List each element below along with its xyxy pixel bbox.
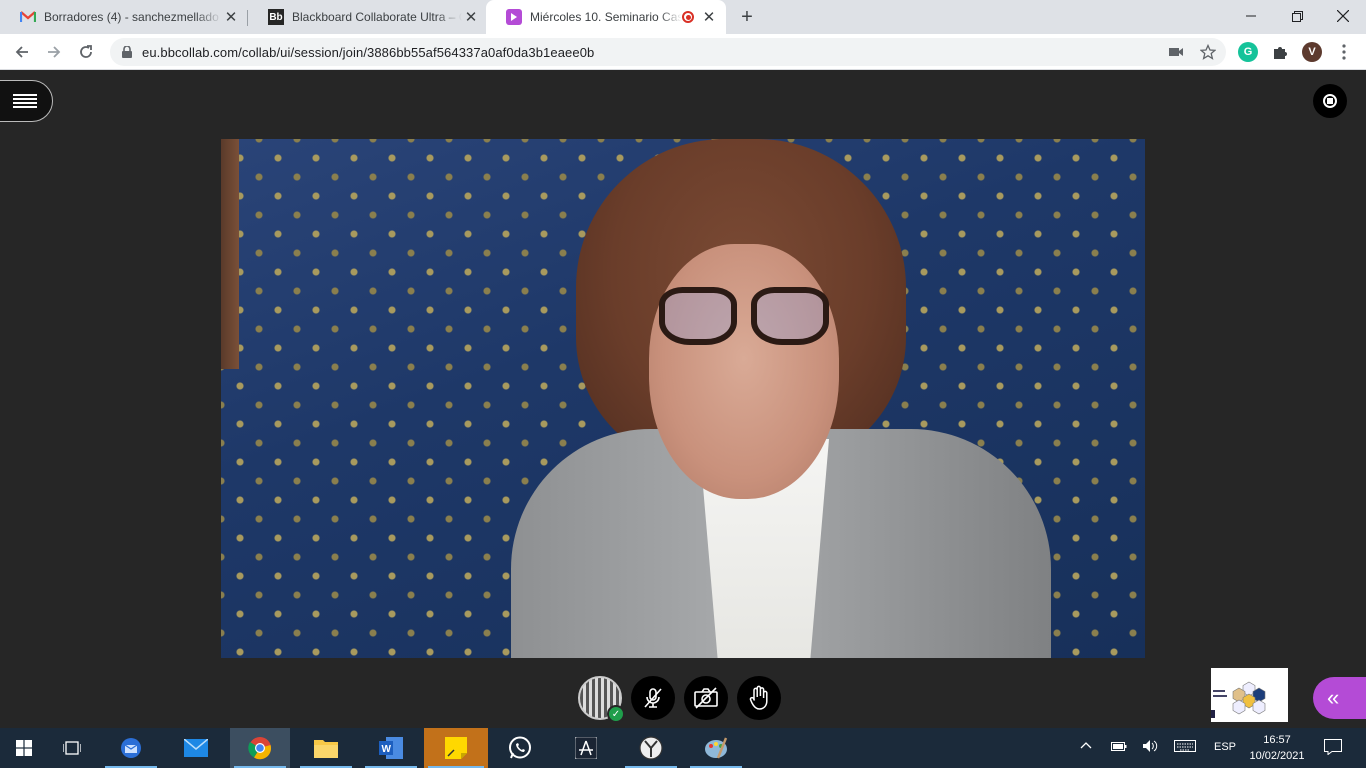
system-clock[interactable]: 16:57 10/02/2021 <box>1242 732 1312 764</box>
taskbar-mail[interactable] <box>166 728 226 768</box>
microphone-off-icon <box>644 688 662 708</box>
start-button[interactable] <box>0 728 48 768</box>
taskbar-outlook[interactable] <box>101 728 161 768</box>
stop-recording-icon <box>1323 94 1337 108</box>
my-status-avatar-button[interactable]: ✓ <box>578 676 625 723</box>
camera-in-use-icon[interactable] <box>1168 44 1184 60</box>
clock-time: 16:57 <box>1263 734 1291 746</box>
address-bar[interactable]: eu.bbcollab.com/collab/ui/session/join/3… <box>110 38 1226 66</box>
taskbar-paint[interactable] <box>686 728 746 768</box>
gmail-icon <box>20 9 36 25</box>
raise-hand-button[interactable] <box>737 676 781 720</box>
taskbar-whatsapp[interactable] <box>490 728 550 768</box>
paint-palette-icon <box>705 737 728 759</box>
session-controls: ✓ <box>578 676 781 723</box>
taskbar-app-yellow-circle[interactable] <box>621 728 681 768</box>
browser-toolbar: eu.bbcollab.com/collab/ui/session/join/3… <box>0 34 1366 70</box>
show-hidden-icons-chevron-icon[interactable] <box>1080 740 1092 752</box>
tab-gmail[interactable]: Borradores (4) - sanchezmellado ✕ <box>0 0 248 34</box>
url-text: eu.bbcollab.com/collab/ui/session/join/3… <box>142 45 595 60</box>
taskbar-file-explorer[interactable] <box>296 728 356 768</box>
outlook-icon <box>121 738 141 758</box>
close-tab-icon[interactable]: ✕ <box>700 8 718 26</box>
windows-taskbar: W ESP 16:57 10/02/2021 <box>0 728 1366 768</box>
recording-stop-button[interactable] <box>1313 84 1347 118</box>
reload-icon[interactable] <box>72 38 100 66</box>
word-icon: W <box>379 737 403 759</box>
shared-content-thumbnail[interactable] <box>1211 668 1288 722</box>
profile-avatar[interactable]: V <box>1302 42 1322 62</box>
whatsapp-icon <box>509 736 531 759</box>
touch-keyboard-icon[interactable] <box>1174 740 1196 755</box>
acrobat-icon <box>575 737 597 759</box>
recording-indicator-icon <box>682 11 694 23</box>
status-check-icon: ✓ <box>607 705 625 723</box>
new-tab-button[interactable]: + <box>736 6 758 28</box>
tab-blackboard[interactable]: Bb Blackboard Collaborate Ultra – Ce ✕ <box>248 0 488 34</box>
microphone-toggle-button[interactable] <box>631 676 675 720</box>
hamburger-icon <box>12 94 37 108</box>
app-yellow-circle-icon <box>639 736 663 760</box>
collaborate-icon <box>506 9 522 25</box>
taskbar-sticky-notes[interactable] <box>424 728 488 768</box>
sticky-notes-icon <box>445 737 467 759</box>
clock-date: 10/02/2021 <box>1249 750 1305 762</box>
taskbar-word[interactable]: W <box>361 728 421 768</box>
extensions-puzzle-icon[interactable] <box>1270 42 1290 62</box>
collaborate-session: ✓ « <box>0 71 1366 728</box>
chrome-icon <box>248 737 272 760</box>
close-tab-icon[interactable]: ✕ <box>462 8 480 26</box>
close-window-icon[interactable] <box>1320 0 1366 32</box>
restore-icon[interactable] <box>1274 0 1320 32</box>
blackboard-icon: Bb <box>268 9 284 25</box>
task-view-button[interactable] <box>48 728 96 768</box>
svg-text:W: W <box>382 744 392 755</box>
browser-tab-strip: Borradores (4) - sanchezmellado ✕ Bb Bla… <box>0 0 1366 34</box>
back-icon[interactable] <box>8 38 36 66</box>
minimize-icon[interactable] <box>1228 0 1274 32</box>
windows-logo-icon <box>16 740 32 756</box>
raise-hand-icon <box>749 685 768 710</box>
folder-icon <box>314 740 338 758</box>
speaker-video <box>221 139 1145 658</box>
mail-icon <box>184 739 208 757</box>
task-view-icon <box>63 741 81 755</box>
bookmark-star-icon[interactable] <box>1200 44 1216 60</box>
notifications-icon[interactable] <box>1324 739 1342 758</box>
chrome-menu-icon[interactable] <box>1334 42 1354 62</box>
taskbar-chrome[interactable] <box>230 728 290 768</box>
close-tab-icon[interactable]: ✕ <box>222 8 240 26</box>
camera-off-icon <box>694 687 718 709</box>
open-collaborate-panel-button[interactable]: « <box>1313 677 1366 719</box>
grammarly-extension-icon[interactable]: G <box>1238 42 1258 62</box>
forward-icon[interactable] <box>40 38 68 66</box>
input-language-indicator[interactable]: ESP <box>1214 741 1236 753</box>
tab-collaborate-session[interactable]: Miércoles 10. Seminario Caste ✕ <box>486 0 726 34</box>
tab-title: Miércoles 10. Seminario Caste <box>530 10 682 24</box>
camera-toggle-button[interactable] <box>684 676 728 720</box>
tab-title: Blackboard Collaborate Ultra – Ce <box>292 10 462 24</box>
hexagon-logo-icon <box>1211 681 1266 718</box>
lock-icon <box>122 46 132 58</box>
volume-icon[interactable] <box>1142 739 1158 756</box>
tab-title: Borradores (4) - sanchezmellado <box>44 10 219 24</box>
session-menu-button[interactable] <box>0 80 53 122</box>
battery-icon[interactable] <box>1111 740 1127 755</box>
double-chevron-left-icon: « <box>1327 685 1340 710</box>
taskbar-acrobat[interactable] <box>556 728 616 768</box>
